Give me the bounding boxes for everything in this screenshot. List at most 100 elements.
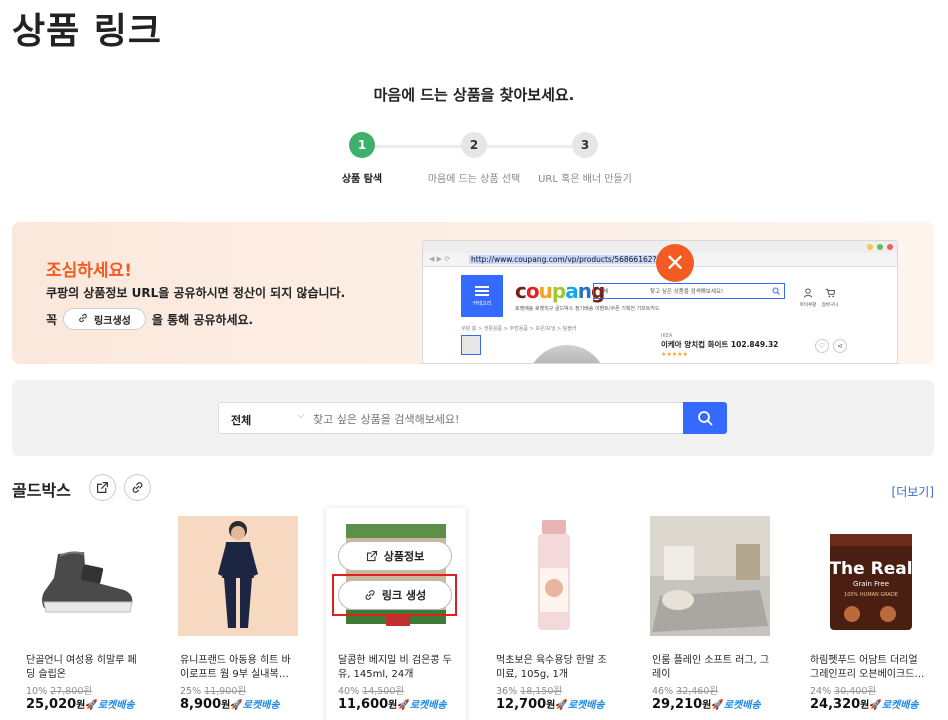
product-name: 달콤한 베지밀 비 검은콩 두유, 145ml, 24개	[338, 655, 452, 680]
product-discount: 46% 32,460원	[652, 683, 718, 697]
price-unit: 원	[702, 700, 712, 711]
heart-icon: ♡	[815, 339, 829, 353]
browser-url: http://www.coupang.com/vp/products/56866…	[469, 255, 683, 264]
share-icon: ⋖	[833, 339, 847, 353]
goldbox-link-button[interactable]	[124, 474, 151, 501]
product-name: 인룸 플레인 소프트 러그, 그레이	[652, 655, 770, 680]
nav-arrows-icon: ◀ ▶ ⟳	[429, 255, 451, 263]
search-input[interactable]	[313, 409, 673, 429]
product-search-panel: 전체 ⌵	[12, 380, 934, 456]
chevron-down-icon[interactable]: ⌵	[297, 410, 305, 421]
product-image	[24, 516, 144, 636]
product-price: 8,900원🚀로켓배송	[180, 696, 280, 712]
window-dot-icon	[887, 244, 893, 250]
warning-title: 조심하세요!	[46, 261, 132, 281]
product-discount: 25% 11,900원	[180, 683, 246, 697]
product-card[interactable]: 인룸 플레인 소프트 러그, 그레이 46% 32,460원 29,210원🚀로…	[640, 508, 780, 720]
hamburger-icon	[475, 285, 489, 296]
product-price: 24,320원🚀로켓배송	[810, 696, 919, 712]
cart-icon	[825, 288, 836, 298]
price-unit: 원	[388, 700, 398, 711]
product-info-button[interactable]: 상품정보	[338, 541, 452, 571]
page-title: 상품 링크	[12, 11, 163, 52]
rocket-badge: 🚀로켓배송	[555, 700, 604, 711]
rocket-badge: 🚀로켓배송	[397, 700, 446, 711]
prohibited-x-icon: ✕	[656, 244, 694, 282]
product-card[interactable]: 유니프랜드 아동용 히트 바이로프트 웜 9부 실내복… 25% 11,900원…	[168, 508, 308, 720]
search-box: 전체 ⌵	[218, 402, 684, 434]
product-discount: 40% 14,500원	[338, 683, 404, 697]
product-discount: 10% 27,800원	[26, 683, 92, 697]
external-link-icon	[97, 482, 108, 493]
product-discount: 24% 30,400원	[810, 683, 876, 697]
create-link-button[interactable]: 링크 생성	[338, 580, 452, 610]
coupang-logo: coupang	[515, 279, 605, 303]
cart: 장바구니	[821, 283, 839, 308]
price-unit: 원	[860, 700, 870, 711]
coupang-nav: 로켓배송 로켓직구 골드박스 정기배송 이벤트/쿠폰 기획전 기프트카드	[515, 306, 660, 312]
search-button[interactable]	[683, 402, 727, 434]
rocket-label: 로켓배송	[881, 700, 919, 711]
rocket-label: 로켓배송	[567, 700, 605, 711]
rocket-badge: 🚀로켓배송	[869, 700, 918, 711]
price-value: 8,900	[180, 697, 222, 712]
section-subtitle: 마음에 드는 상품을 찾아보세요.	[373, 86, 575, 104]
product-card[interactable]: The Real Grain Free 100% HUMAN GRADE 하림펫…	[798, 508, 938, 720]
product-name: 유니프랜드 아동용 히트 바이로프트 웜 9부 실내복…	[180, 655, 291, 680]
price-unit: 원	[546, 700, 556, 711]
rocket-icon: 🚀	[869, 700, 882, 711]
step-connector	[474, 145, 574, 148]
rocket-badge: 🚀로켓배송	[711, 700, 760, 711]
warning-banner: 조심하세요! 쿠팡의 상품정보 URL을 공유하시면 정산이 되지 않습니다. …	[12, 222, 934, 364]
link-icon	[365, 590, 375, 600]
link-icon	[78, 313, 88, 326]
warning-suffix: 을 통해 공유하세요.	[151, 312, 254, 327]
link-create-button[interactable]: 링크생성	[63, 308, 146, 330]
price-value: 12,700	[496, 697, 547, 712]
coupang-breadcrumb: 쿠팡 홈 > 생활용품 > 주방용품 > 보온/보냉 > 텀블러	[461, 326, 577, 332]
product-name: 이케아 양치컵 화이트 102.849.32	[661, 340, 779, 349]
coupang-category-menu: 카테고리	[461, 275, 503, 317]
step-2-circle: 2	[461, 132, 487, 158]
product-name: 단골언니 여성용 히말루 페딩 슬립온	[26, 655, 137, 680]
rocket-label: 로켓배송	[242, 700, 280, 711]
product-card-hovered[interactable]: 상품정보 링크 생성 달콤한 베지밀 비 검은콩 두유, 145ml, 24개 …	[326, 508, 466, 720]
product-image: The Real Grain Free 100% HUMAN GRADE	[808, 516, 928, 636]
product-name: 먹초보은 육수용당 한알 조미료, 105g, 1개	[496, 655, 607, 680]
warning-instruction: 꼭 링크생성 을 통해 공유하세요.	[46, 308, 253, 330]
product-card[interactable]: 단골언니 여성용 히말루 페딩 슬립온 10% 27,800원 25,020원🚀…	[14, 508, 154, 720]
product-name: 하림펫푸드 어담트 더리얼 그레인프리 오븐베이크드…	[810, 655, 925, 680]
create-link-label: 링크 생성	[381, 589, 427, 602]
product-card[interactable]: 먹초보은 육수용당 한알 조미료, 105g, 1개 36% 18,150원 1…	[484, 508, 624, 720]
my-coupang-label: 마이쿠팡	[799, 303, 817, 308]
step-2-label: 마음에 드는 상품 선택	[427, 174, 521, 185]
coupang-search-category: 전체	[598, 289, 609, 295]
price-value: 24,320	[810, 697, 861, 712]
user-icon	[803, 288, 813, 298]
link-icon	[132, 482, 143, 493]
external-link-button[interactable]	[89, 474, 116, 501]
coupang-search-placeholder: 찾고 싶은 상품을 검색해보세요!	[650, 289, 724, 295]
step-1-label: 상품 탐색	[341, 174, 383, 185]
rocket-label: 로켓배송	[97, 700, 135, 711]
step-connector	[362, 145, 462, 148]
goldbox-title: 골드박스	[12, 481, 71, 500]
product-thumbnail	[461, 335, 481, 355]
search-category-select[interactable]: 전체	[231, 412, 251, 428]
price-unit: 원	[76, 700, 86, 711]
rocket-label: 로켓배송	[409, 700, 447, 711]
category-label: 카테고리	[472, 300, 492, 307]
product-price: 25,020원🚀로켓배송	[26, 696, 135, 712]
external-link-icon	[366, 550, 377, 562]
rocket-badge: 🚀로켓배송	[85, 700, 134, 711]
product-price: 12,700원🚀로켓배송	[496, 696, 605, 712]
window-dot-icon	[867, 244, 873, 250]
brand-sub: Grain Free	[853, 580, 889, 588]
step-3-circle: 3	[572, 132, 598, 158]
page: 상품 링크 마음에 드는 상품을 찾아보세요. 1 2 3 상품 탐색 마음에 …	[0, 0, 948, 720]
more-link[interactable]: [더보기]	[892, 483, 934, 500]
search-icon	[772, 287, 780, 295]
star-rating-icon: ★★★★★	[661, 351, 688, 358]
warning-message: 쿠팡의 상품정보 URL을 공유하시면 정산이 되지 않습니다.	[46, 286, 346, 300]
progress-stepper: 1 2 3 상품 탐색 마음에 드는 상품 선택 URL 혹은 배너 만들기	[340, 132, 632, 192]
